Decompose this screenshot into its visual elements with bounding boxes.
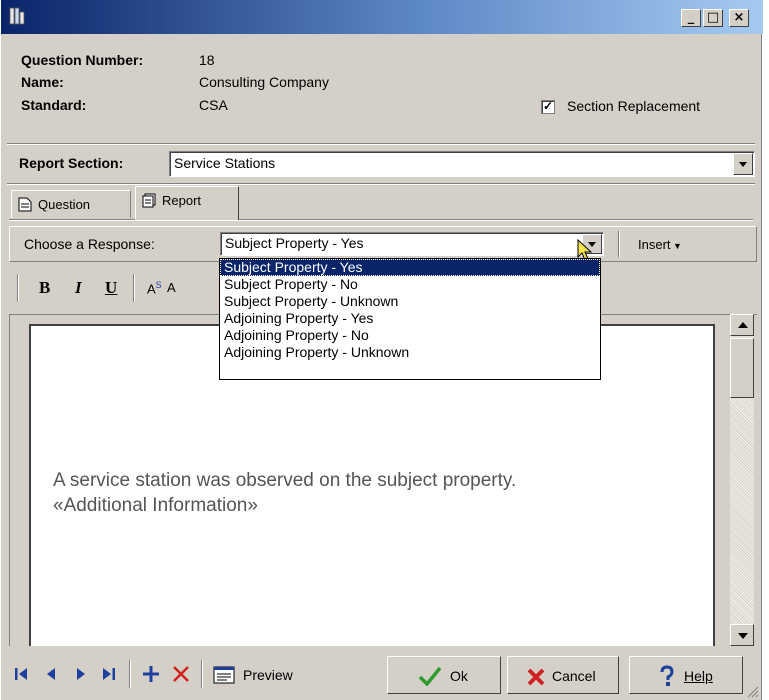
help-button[interactable]: Help bbox=[629, 656, 743, 694]
resize-grip-icon[interactable] bbox=[745, 684, 759, 698]
delete-record-icon[interactable] bbox=[171, 664, 191, 684]
question-number-label: Question Number: bbox=[21, 52, 144, 68]
response-toolbar: Choose a Response: Subject Property - Ye… bbox=[9, 226, 757, 262]
toolbar-grip bbox=[17, 274, 19, 302]
report-section-label: Report Section: bbox=[19, 155, 124, 171]
choose-response-label: Choose a Response: bbox=[24, 236, 155, 252]
next-record-icon[interactable] bbox=[71, 664, 91, 684]
document-icon bbox=[18, 197, 32, 212]
divider bbox=[7, 183, 755, 185]
question-number-value: 18 bbox=[199, 52, 215, 68]
standard-value: CSA bbox=[199, 97, 228, 113]
standard-label: Standard: bbox=[21, 97, 87, 113]
section-replacement-label: Section Replacement bbox=[567, 98, 701, 114]
tab-report[interactable]: Report bbox=[135, 186, 239, 220]
first-record-icon[interactable] bbox=[11, 664, 31, 684]
report-section-value: Service Stations bbox=[174, 155, 276, 171]
section-replacement-checkbox[interactable]: ✓ bbox=[541, 100, 555, 114]
insert-menu-button[interactable]: Insert ▼ bbox=[638, 237, 682, 252]
toolbar-separator bbox=[618, 231, 620, 257]
ok-label: Ok bbox=[450, 668, 468, 684]
app-icon bbox=[9, 7, 25, 25]
dropdown-option[interactable]: Subject Property - Yes bbox=[220, 259, 600, 276]
tab-question[interactable]: Question bbox=[11, 190, 131, 218]
maximize-button[interactable]: □ bbox=[703, 9, 723, 27]
superscript-button[interactable]: AS bbox=[147, 280, 162, 296]
cancel-button[interactable]: Cancel bbox=[507, 656, 619, 694]
response-dropdown-list[interactable]: Subject Property - Yes Subject Property … bbox=[219, 258, 601, 380]
dropdown-option[interactable]: Adjoining Property - No bbox=[220, 327, 600, 344]
bold-button[interactable]: B bbox=[39, 278, 50, 298]
cancel-x-icon bbox=[527, 668, 545, 686]
italic-button[interactable]: I bbox=[75, 278, 82, 298]
report-section-select[interactable]: Service Stations bbox=[169, 151, 755, 177]
title-bar[interactable]: _ □ × bbox=[1, 0, 763, 34]
scroll-down-button[interactable] bbox=[730, 624, 754, 646]
response-select[interactable]: Subject Property - Yes bbox=[220, 232, 604, 256]
name-value: Consulting Company bbox=[199, 74, 329, 90]
add-record-icon[interactable] bbox=[141, 664, 161, 684]
scroll-up-button[interactable] bbox=[730, 314, 754, 336]
help-label: Help bbox=[684, 668, 713, 684]
question-info-panel: Question Number: 18 Name: Consulting Com… bbox=[9, 40, 755, 140]
cancel-label: Cancel bbox=[552, 668, 596, 684]
tab-report-label: Report bbox=[162, 193, 202, 208]
help-question-icon bbox=[660, 665, 674, 686]
last-record-icon[interactable] bbox=[99, 664, 119, 684]
name-label: Name: bbox=[21, 74, 64, 90]
close-button[interactable]: × bbox=[729, 9, 749, 27]
tab-question-label: Question bbox=[38, 197, 91, 212]
preview-button[interactable]: Preview bbox=[207, 656, 365, 694]
vertical-scrollbar[interactable] bbox=[730, 314, 754, 646]
response-selected-value: Subject Property - Yes bbox=[225, 235, 364, 251]
previous-record-icon[interactable] bbox=[41, 664, 61, 684]
dropdown-option[interactable]: Adjoining Property - Yes bbox=[220, 310, 600, 327]
subscript-button[interactable]: A bbox=[167, 280, 176, 295]
preview-icon bbox=[213, 666, 235, 684]
minimize-button[interactable]: _ bbox=[681, 9, 701, 27]
tab-baseline bbox=[9, 219, 753, 221]
ok-button[interactable]: Ok bbox=[387, 656, 501, 694]
dialog-window: _ □ × Question Number: 18 Name: Consulti… bbox=[0, 0, 763, 700]
toolbar-separator bbox=[129, 660, 131, 688]
dropdown-option[interactable]: Subject Property - No bbox=[220, 276, 600, 293]
dropdown-option[interactable]: Subject Property - Unknown bbox=[220, 293, 600, 310]
scroll-thumb[interactable] bbox=[730, 338, 754, 398]
editor-content: A service station was observed on the su… bbox=[53, 468, 516, 518]
report-icon bbox=[142, 193, 156, 208]
toolbar-separator bbox=[133, 274, 135, 302]
dropdown-option[interactable]: Adjoining Property - Unknown bbox=[220, 344, 600, 361]
chevron-down-icon[interactable] bbox=[733, 153, 753, 175]
bottom-toolbar: Preview Ok Cancel Help bbox=[1, 648, 763, 700]
checkmark-icon bbox=[418, 666, 442, 686]
divider bbox=[7, 143, 755, 145]
preview-label: Preview bbox=[243, 667, 293, 683]
editor-placeholder-field[interactable]: «Additional Information» bbox=[53, 493, 516, 518]
toolbar-separator bbox=[201, 660, 203, 688]
editor-line: A service station was observed on the su… bbox=[53, 470, 517, 491]
underline-button[interactable]: U bbox=[105, 278, 117, 298]
